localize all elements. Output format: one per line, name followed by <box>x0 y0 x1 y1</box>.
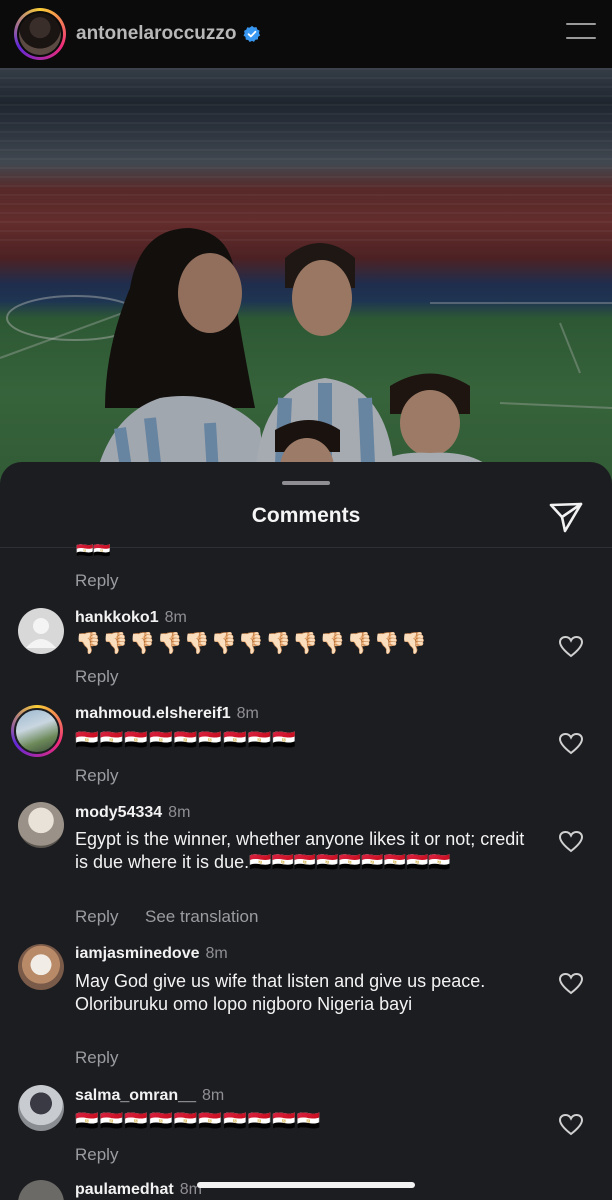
comment-username[interactable]: hankkoko1 8m <box>75 609 187 627</box>
comments-sheet: Comments 🇪🇬🇪🇬 Reply hankkoko1 8m 👎🏻👎🏻👎🏻👎🏻… <box>0 462 612 1200</box>
person-icon <box>26 618 56 648</box>
see-translation-button[interactable]: See translation <box>145 907 258 927</box>
comment-text: 🇪🇬🇪🇬🇪🇬🇪🇬🇪🇬🇪🇬🇪🇬🇪🇬🇪🇬 <box>75 730 297 751</box>
comment-time: 8m <box>205 945 228 962</box>
user-avatar[interactable] <box>18 1180 64 1200</box>
comment-time: 8m <box>201 1087 225 1104</box>
username-text[interactable]: salma_omran__ <box>75 1087 196 1104</box>
comment-time: 8m <box>168 804 191 821</box>
comment-text: May God give us wife that listen and giv… <box>75 971 486 1014</box>
reply-button[interactable]: Reply <box>75 907 118 927</box>
username-text[interactable]: mody54334 <box>75 804 162 821</box>
like-heart-icon[interactable] <box>558 830 584 854</box>
like-heart-icon[interactable] <box>558 732 584 756</box>
comment-time: 8m <box>164 609 187 626</box>
comment-username[interactable]: paulamedhat 8m <box>75 1181 202 1199</box>
story-ring-avatar[interactable] <box>11 705 63 757</box>
username-text[interactable]: iamjasminedove <box>75 945 200 962</box>
reply-button[interactable]: Reply <box>75 571 118 591</box>
home-indicator[interactable] <box>197 1182 415 1188</box>
send-icon[interactable] <box>548 500 584 534</box>
like-heart-icon[interactable] <box>558 972 584 996</box>
comment-username[interactable]: mahmoud.elshereif1 8m <box>75 705 259 723</box>
like-heart-icon[interactable] <box>558 635 584 659</box>
verified-badge-icon <box>244 25 261 43</box>
username-text[interactable]: mahmoud.elshereif1 <box>75 705 231 722</box>
comment-text: 🇪🇬🇪🇬🇪🇬🇪🇬🇪🇬🇪🇬🇪🇬🇪🇬🇪🇬🇪🇬 <box>75 1111 322 1132</box>
comment-text: 👎🏻👎🏻👎🏻👎🏻👎🏻👎🏻👎🏻👎🏻👎🏻👎🏻👎🏻👎🏻👎🏻 <box>75 632 428 655</box>
reply-button[interactable]: Reply <box>75 1145 118 1165</box>
profile-username[interactable]: antonelaroccuzzo <box>76 23 236 45</box>
username-text[interactable]: hankkoko1 <box>75 609 159 626</box>
user-avatar[interactable] <box>18 1085 64 1131</box>
profile-avatar[interactable] <box>14 8 66 60</box>
reply-button[interactable]: Reply <box>75 766 118 786</box>
sheet-title: Comments <box>251 504 361 527</box>
profile-header: antonelaroccuzzo <box>0 0 612 68</box>
reply-button[interactable]: Reply <box>75 667 118 687</box>
comment-username[interactable]: iamjasminedove 8m <box>75 945 228 963</box>
user-avatar[interactable] <box>18 944 64 990</box>
user-avatar[interactable] <box>18 802 64 848</box>
username-text[interactable]: paulamedhat <box>75 1181 174 1198</box>
comment-text: Egypt is the winner, whether anyone like… <box>75 829 525 872</box>
previous-comment-emoji: 🇪🇬🇪🇬 <box>76 542 111 558</box>
default-avatar[interactable] <box>18 608 64 654</box>
comment-username[interactable]: mody54334 8m <box>75 804 190 822</box>
like-heart-icon[interactable] <box>558 1113 584 1137</box>
hamburger-menu-icon[interactable] <box>566 21 596 41</box>
comment-time: 8m <box>236 705 259 722</box>
post-photo <box>0 68 612 500</box>
reply-button[interactable]: Reply <box>75 1048 118 1068</box>
comment-username[interactable]: salma_omran__ 8m <box>75 1087 224 1105</box>
drag-handle[interactable] <box>282 481 330 485</box>
